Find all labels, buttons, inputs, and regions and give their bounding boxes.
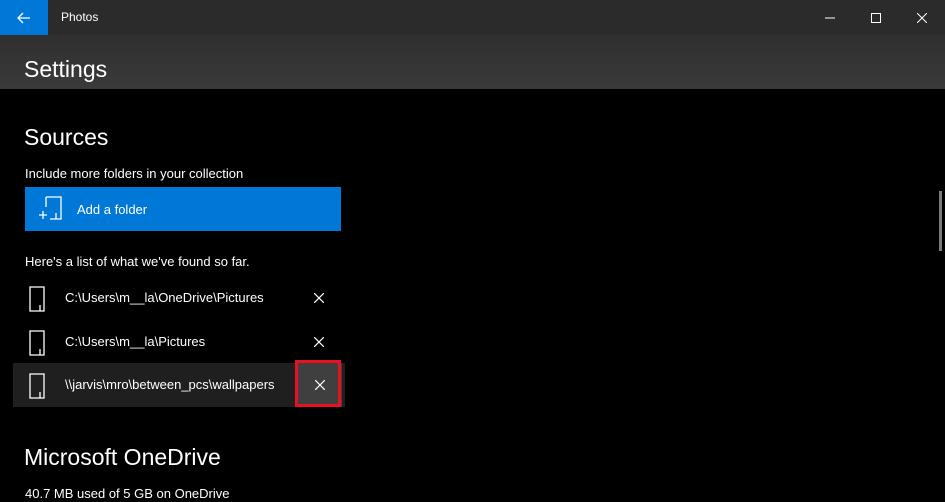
remove-folder-button[interactable] bbox=[297, 320, 341, 364]
folder-list-intro: Here's a list of what we've found so far… bbox=[25, 254, 250, 269]
folder-icon bbox=[29, 330, 45, 356]
onedrive-title: Microsoft OneDrive bbox=[24, 444, 221, 470]
app-title: Photos bbox=[61, 10, 99, 24]
maximize-button[interactable] bbox=[853, 0, 899, 35]
add-folder-icon bbox=[39, 196, 62, 220]
minimize-icon bbox=[825, 17, 835, 18]
folder-row: C:\Users\m__la\Pictures bbox=[13, 320, 345, 364]
title-bar: Photos bbox=[0, 0, 945, 35]
scrollbar[interactable] bbox=[937, 89, 945, 502]
close-icon bbox=[917, 12, 927, 23]
add-folder-button[interactable]: Add a folder bbox=[25, 187, 341, 231]
close-icon bbox=[314, 337, 324, 347]
back-arrow-icon bbox=[17, 12, 30, 23]
remove-folder-button[interactable] bbox=[297, 276, 341, 320]
add-folder-label: Add a folder bbox=[77, 201, 148, 217]
folder-row: C:\Users\m__la\OneDrive\Pictures bbox=[13, 276, 345, 320]
folder-icon bbox=[29, 373, 45, 399]
folder-path: C:\Users\m__la\OneDrive\Pictures bbox=[65, 290, 264, 305]
maximize-icon bbox=[871, 12, 881, 23]
close-window-button[interactable] bbox=[899, 0, 945, 35]
minimize-button[interactable] bbox=[807, 0, 853, 35]
page-title: Settings bbox=[24, 56, 108, 82]
sources-title: Sources bbox=[24, 124, 109, 150]
close-icon bbox=[314, 293, 324, 303]
sources-subtitle: Include more folders in your collection bbox=[25, 166, 244, 181]
page-header: Settings bbox=[0, 35, 945, 89]
highlight-annotation bbox=[295, 360, 341, 407]
back-button[interactable] bbox=[0, 0, 48, 35]
scrollbar-thumb[interactable] bbox=[939, 191, 942, 251]
folder-path: C:\Users\m__la\Pictures bbox=[65, 334, 206, 349]
onedrive-usage: 40.7 MB used of 5 GB on OneDrive bbox=[25, 486, 230, 501]
folder-path: \\jarvis\mro\between_pcs\wallpapers bbox=[65, 377, 275, 392]
folder-icon bbox=[29, 286, 45, 312]
